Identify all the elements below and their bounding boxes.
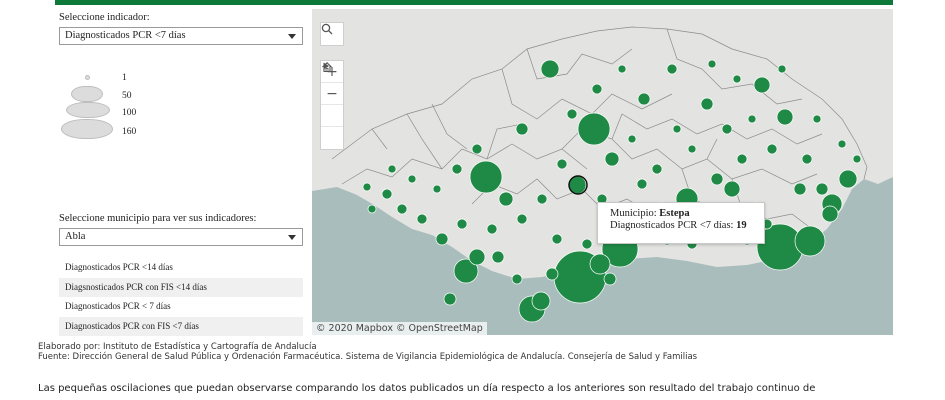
legend-circle-icon bbox=[71, 86, 103, 102]
zoom-out-icon[interactable]: − bbox=[321, 83, 343, 105]
search-icon[interactable] bbox=[321, 23, 343, 45]
legend-circle-icon bbox=[85, 75, 90, 80]
indicator-label: Seleccione indicador: bbox=[59, 12, 150, 23]
list-item[interactable]: Diagnosticados PCR < 7 días bbox=[59, 297, 303, 317]
tooltip-indicator-value: 19 bbox=[736, 220, 747, 231]
municipality-tooltip: Municipio: Estepa Diagnosticados PCR <7 … bbox=[597, 202, 765, 244]
chevron-down-icon[interactable] bbox=[288, 34, 296, 39]
list-item[interactable]: Diagsnosticados PCR con FIS <14 días bbox=[59, 277, 303, 297]
legend-circle-icon bbox=[66, 102, 110, 118]
zoom-controls[interactable]: + − bbox=[320, 60, 344, 150]
municipio-select-value: Abla bbox=[65, 231, 86, 242]
indicator-select[interactable]: Diagnosticados PCR <7 días bbox=[59, 27, 303, 45]
tooltip-municipio-value: Estepa bbox=[659, 208, 690, 219]
tooltip-municipio-label: Municipio: bbox=[610, 208, 657, 219]
play-icon[interactable] bbox=[321, 62, 343, 149]
tooltip-indicator-label: Diagnosticados PCR <7 días: bbox=[610, 220, 734, 231]
indicator-select-value: Diagnosticados PCR <7 días bbox=[65, 30, 186, 41]
map-attribution[interactable]: © 2020 Mapbox © OpenStreetMap bbox=[312, 322, 487, 335]
map-view[interactable]: + − © 2020 Mapbox © OpenStreetMap Munici… bbox=[312, 9, 893, 335]
search-control[interactable] bbox=[320, 22, 344, 46]
legend-value: 160 bbox=[122, 127, 137, 137]
filter-panel: Seleccione indicador: Diagnosticados PCR… bbox=[55, 5, 307, 336]
legend-circle-icon bbox=[61, 119, 113, 139]
credits-elaborado: Elaborado por: Instituto de Estadística … bbox=[38, 342, 317, 352]
legend-value: 50 bbox=[122, 91, 132, 101]
tooltip-municipio-line: Municipio: Estepa bbox=[610, 208, 764, 220]
list-item[interactable]: Diagnosticados PCR con FIS <7 días bbox=[59, 316, 303, 336]
municipio-select[interactable]: Abla bbox=[59, 228, 303, 246]
tooltip-indicator-line: Diagnosticados PCR <7 días: 19 bbox=[610, 220, 764, 232]
home-icon[interactable] bbox=[321, 62, 343, 127]
credits: Elaborado por: Instituto de Estadística … bbox=[38, 342, 697, 362]
legend-value: 1 bbox=[122, 73, 127, 83]
municipio-label: Seleccione municipio para ver sus indica… bbox=[59, 213, 257, 224]
list-item[interactable]: Diagnosticados PCR <14 días bbox=[59, 258, 303, 278]
legend-value: 100 bbox=[122, 108, 137, 118]
map-canvas[interactable] bbox=[312, 9, 893, 335]
chevron-down-icon[interactable] bbox=[288, 235, 296, 240]
credits-fuente: Fuente: Dirección General de Salud Públi… bbox=[38, 352, 698, 362]
indicator-list: Diagnosticados PCR <14 días Diagsnostica… bbox=[59, 258, 303, 336]
methodology-note: Las pequeñas oscilaciones que puedan obs… bbox=[38, 383, 816, 394]
